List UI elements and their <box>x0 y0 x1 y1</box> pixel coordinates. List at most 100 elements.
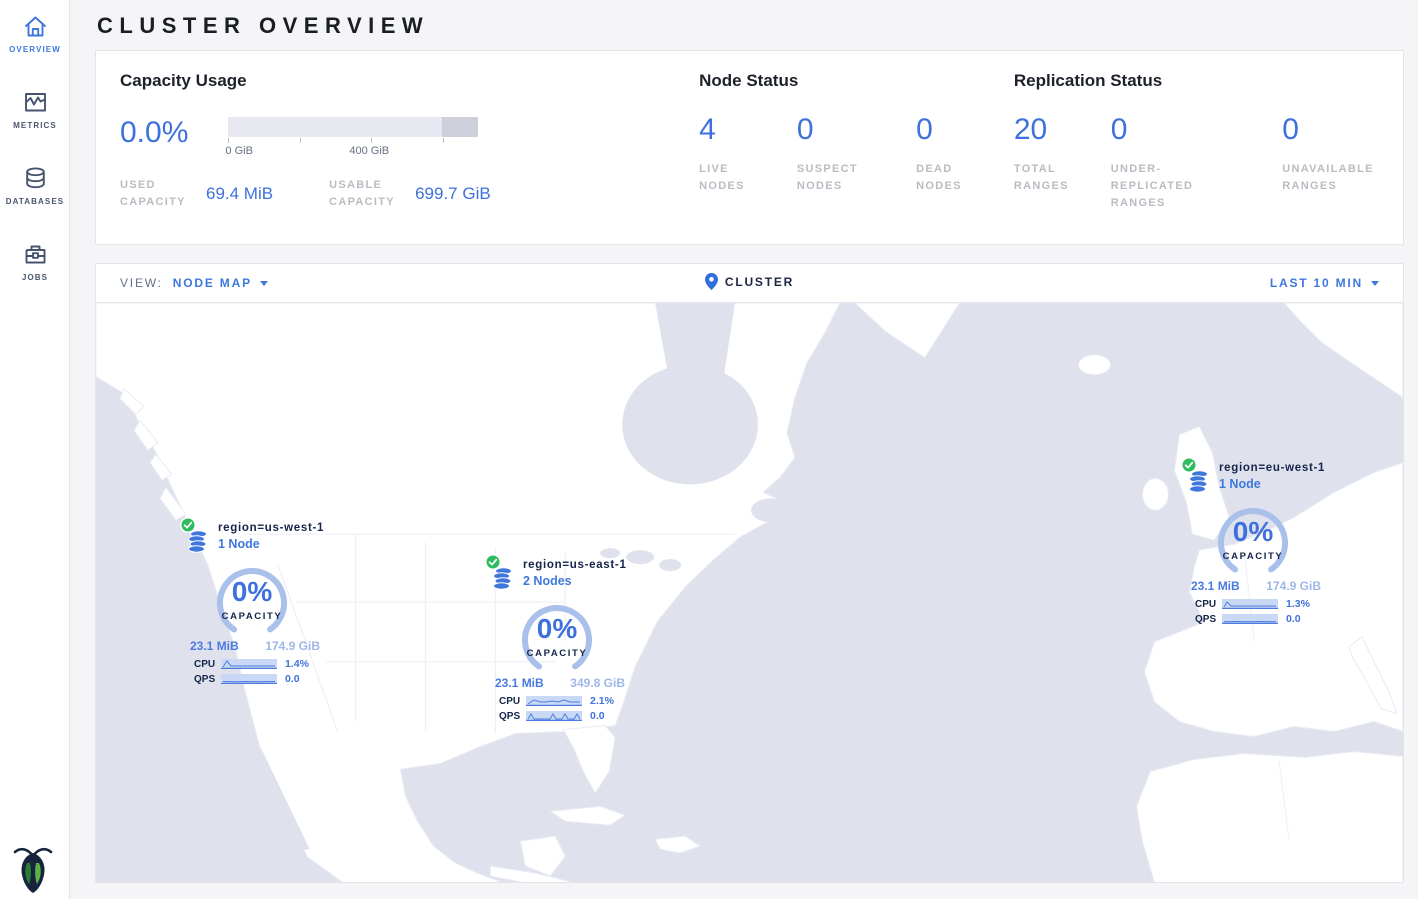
node-count-link[interactable]: 2 Nodes <box>523 574 572 588</box>
axis-tick-400gib: 400 GiB <box>349 145 389 157</box>
page-title: CLUSTER OVERVIEW <box>95 0 1404 50</box>
node-usable-capacity: 174.9 GiB <box>265 639 320 653</box>
dead-nodes-label: DEAD NODES <box>916 161 972 195</box>
unavailable-ranges-label: UNAVAILABLE RANGES <box>1282 161 1379 195</box>
node-status-section: Node Status 4 LIVE NODES 0 SUSPECT NODES… <box>699 71 1014 220</box>
qps-sparkline <box>526 711 582 721</box>
unavailable-ranges-value: 0 <box>1282 115 1379 145</box>
dead-nodes-stat: 0 DEAD NODES <box>916 115 972 195</box>
location-pin-icon <box>705 273 718 290</box>
under-replicated-ranges-value: 0 <box>1111 115 1241 145</box>
total-ranges-value: 20 <box>1014 115 1069 145</box>
axis-tick-0gib: 0 GiB <box>225 145 253 157</box>
cpu-sparkline <box>526 696 582 706</box>
sidebar-item-overview[interactable]: OVERVIEW <box>0 0 70 54</box>
capacity-bar-reserved-segment <box>442 117 478 137</box>
suspect-nodes-value: 0 <box>797 115 874 145</box>
cpu-label: CPU <box>194 659 221 670</box>
capacity-usage-section: Capacity Usage 0.0% 0 GiB 400 GiB <box>120 71 699 220</box>
usable-capacity-label: USABLE CAPACITY <box>329 177 415 211</box>
cpu-value: 2.1% <box>590 695 614 707</box>
capacity-usage-title: Capacity Usage <box>120 71 699 91</box>
total-ranges-stat: 20 TOTAL RANGES <box>1014 115 1069 212</box>
gauge-percent: 0% <box>1198 516 1308 548</box>
chevron-down-icon <box>1371 281 1379 286</box>
capacity-gauge: 0% CAPACITY <box>502 602 612 674</box>
replication-status-section: Replication Status 20 TOTAL RANGES 0 UND… <box>1014 71 1379 220</box>
qps-row: QPS 0.0 <box>1195 613 1334 625</box>
home-icon <box>22 13 49 40</box>
database-stack-icon <box>491 567 513 590</box>
qps-sparkline <box>221 674 277 684</box>
databases-icon <box>22 165 49 192</box>
time-range-dropdown[interactable]: LAST 10 MIN <box>1270 276 1379 290</box>
node-usable-capacity: 174.9 GiB <box>1266 579 1321 593</box>
healthy-check-icon <box>485 554 501 570</box>
used-capacity-label: USED CAPACITY <box>120 177 206 211</box>
node-status-title: Node Status <box>699 71 1014 91</box>
sidebar-item-label: METRICS <box>0 121 70 130</box>
node-count-link[interactable]: 1 Node <box>218 537 260 551</box>
region-label: region=eu-west-1 <box>1219 462 1334 474</box>
breadcrumb[interactable]: CLUSTER <box>705 273 794 290</box>
live-nodes-label: LIVE NODES <box>699 161 755 195</box>
suspect-nodes-label: SUSPECT NODES <box>797 161 874 195</box>
summary-card: Capacity Usage 0.0% 0 GiB 400 GiB <box>95 50 1404 245</box>
live-nodes-stat: 4 LIVE NODES <box>699 115 755 195</box>
sidebar-item-databases[interactable]: DATABASES <box>0 152 70 206</box>
node-marker-us-east-1[interactable]: region=us-east-1 2 Nodes 0% CAPACITY 23.… <box>486 559 638 722</box>
map-toolbar: VIEW: NODE MAP CLUSTER LAST 10 MIN <box>96 264 1403 303</box>
cockroachdb-logo <box>13 845 53 893</box>
node-used-capacity: 23.1 MiB <box>1191 579 1240 593</box>
node-usable-capacity: 349.8 GiB <box>570 676 625 690</box>
usable-capacity-value: 699.7 GiB <box>415 184 491 204</box>
node-marker-eu-west-1[interactable]: region=eu-west-1 1 Node 0% CAPACITY 23.1… <box>1182 462 1334 625</box>
world-map[interactable]: region=us-west-1 1 Node 0% CAPACITY 23.1… <box>96 303 1403 883</box>
jobs-icon <box>22 241 49 268</box>
qps-label: QPS <box>1195 614 1222 625</box>
cpu-value: 1.4% <box>285 658 309 670</box>
breadcrumb-label: CLUSTER <box>725 275 794 289</box>
qps-sparkline <box>1222 614 1278 624</box>
gauge-caption: CAPACITY <box>502 648 612 659</box>
under-replicated-ranges-stat: 0 UNDER-REPLICATED RANGES <box>1111 115 1241 212</box>
database-stack-icon <box>186 530 208 553</box>
sidebar-item-metrics[interactable]: METRICS <box>0 76 70 130</box>
sidebar-item-label: JOBS <box>0 273 70 282</box>
node-used-capacity: 23.1 MiB <box>190 639 239 653</box>
node-count-link[interactable]: 1 Node <box>1219 477 1261 491</box>
suspect-nodes-stat: 0 SUSPECT NODES <box>797 115 874 195</box>
cpu-row: CPU 1.4% <box>194 658 333 670</box>
node-map-card: VIEW: NODE MAP CLUSTER LAST 10 MIN <box>95 263 1404 883</box>
node-marker-us-west-1[interactable]: region=us-west-1 1 Node 0% CAPACITY 23.1… <box>181 522 333 685</box>
main-content: CLUSTER OVERVIEW Capacity Usage 0.0% 0 G… <box>70 0 1418 883</box>
qps-label: QPS <box>499 711 526 722</box>
qps-row: QPS 0.0 <box>499 710 638 722</box>
cpu-sparkline <box>221 659 277 669</box>
cpu-label: CPU <box>499 696 526 707</box>
qps-value: 0.0 <box>590 710 605 722</box>
database-stack-icon <box>1187 470 1209 493</box>
metrics-icon <box>22 89 49 116</box>
healthy-check-icon <box>180 517 196 533</box>
gauge-percent: 0% <box>502 613 612 645</box>
view-selector-dropdown[interactable]: NODE MAP <box>173 276 268 290</box>
node-used-capacity: 23.1 MiB <box>495 676 544 690</box>
gauge-caption: CAPACITY <box>197 611 307 622</box>
cpu-row: CPU 1.3% <box>1195 598 1334 610</box>
dead-nodes-value: 0 <box>916 115 972 145</box>
cpu-row: CPU 2.1% <box>499 695 638 707</box>
view-label: VIEW: <box>120 276 163 290</box>
sidebar-item-label: OVERVIEW <box>0 45 70 54</box>
gauge-percent: 0% <box>197 576 307 608</box>
capacity-percent: 0.0% <box>120 115 188 148</box>
gauge-caption: CAPACITY <box>1198 551 1308 562</box>
sidebar: OVERVIEW METRICS DATABASES <box>0 0 70 899</box>
sidebar-item-jobs[interactable]: JOBS <box>0 228 70 282</box>
cpu-label: CPU <box>1195 599 1222 610</box>
used-capacity-value: 69.4 MiB <box>206 184 273 204</box>
capacity-bar: 0 GiB 400 GiB <box>228 115 478 161</box>
cpu-value: 1.3% <box>1286 598 1310 610</box>
unavailable-ranges-stat: 0 UNAVAILABLE RANGES <box>1282 115 1379 212</box>
sidebar-item-label: DATABASES <box>0 197 70 206</box>
